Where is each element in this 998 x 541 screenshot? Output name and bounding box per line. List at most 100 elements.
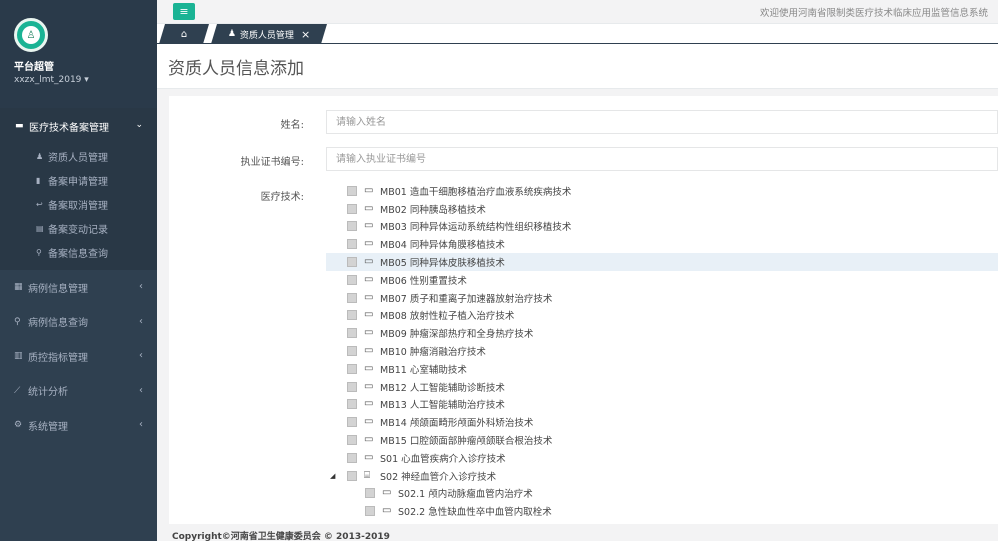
tab-label[interactable]: 资质人员管理 [240, 28, 294, 41]
tree-node[interactable]: ▭ MB07 质子和重离子加速器放射治疗技术 [326, 289, 998, 307]
menu-item-tech-filing[interactable]: ▬ 医疗技术备案管理 ⌄ [0, 108, 157, 144]
sidebar-subitem[interactable]: ▤ 备案变动记录 [0, 216, 157, 240]
folder-icon: ▭ [364, 184, 374, 196]
folder-icon: ▭ [364, 291, 374, 303]
checkbox[interactable] [347, 328, 357, 339]
tree-node-label[interactable]: MB07 质子和重离子加速器放射治疗技术 [380, 291, 552, 305]
tree-node-label[interactable]: S02 神经血管介入诊疗技术 [380, 469, 496, 483]
checkbox[interactable] [347, 274, 357, 285]
tree-node[interactable]: ▭ S01 心血管疾病介入诊疗技术 [326, 449, 998, 467]
tree-node[interactable]: ▭ S02.2 急性缺血性卒中血管内取栓术 [326, 502, 998, 520]
checkbox[interactable] [347, 257, 357, 268]
folder-icon: ▭ [364, 327, 374, 339]
caret-down-icon[interactable]: ▾ [81, 75, 89, 85]
sidebar-menu-item[interactable]: ⚲ 病例信息查询 ‹ [0, 305, 157, 340]
tree-node[interactable]: ▭ MB02 同种胰岛移植技术 [326, 200, 998, 218]
close-icon[interactable]: × [301, 28, 310, 41]
checkbox[interactable] [347, 310, 357, 321]
tree-node-label[interactable]: MB08 放射性粒子植入治疗技术 [380, 308, 514, 322]
tree-node[interactable]: ▭ MB10 肿瘤消融治疗技术 [326, 342, 998, 360]
tree-node[interactable]: ▭ S02.1 颅内动脉瘤血管内治疗术 [326, 485, 998, 503]
tree-node-label[interactable]: MB13 人工智能辅助治疗技术 [380, 397, 505, 411]
gear-icon: ⚙ [14, 420, 23, 431]
tree-node[interactable]: ▭ MB14 颅颌面畸形颅面外科矫治技术 [326, 413, 998, 431]
checkbox[interactable] [347, 435, 357, 446]
page-header: 资质人员信息添加 [157, 44, 998, 89]
sidebar-menu-item[interactable]: ▥ 质控指标管理 ‹ [0, 339, 157, 374]
tree-node[interactable]: ▭ MB15 口腔颌面部肿瘤颅颌联合根治技术 [326, 431, 998, 449]
tree-node-label[interactable]: MB04 同种异体角膜移植技术 [380, 237, 505, 251]
tree-node[interactable]: ▭ MB11 心室辅助技术 [326, 360, 998, 378]
sidebar-subitem-label: 备案信息查询 [48, 248, 108, 260]
tech-tree: ▭ MB01 造血干细胞移植治疗血液系统疾病技术 ▭ MB02 同种胰岛移植技术 ▭ MB… [326, 182, 998, 520]
tree-node[interactable]: ▭ MB06 性别重置技术 [326, 271, 998, 289]
tree-node-label[interactable]: MB06 性别重置技术 [380, 273, 467, 287]
checkbox[interactable] [347, 399, 357, 410]
checkbox[interactable] [347, 346, 357, 357]
menu-toggle-button[interactable]: ≡ [173, 3, 195, 20]
tab-active[interactable]: ♟ 资质人员管理 × [211, 24, 327, 44]
user-dropdown[interactable]: xxzx_lmt_2019 ▾ [14, 75, 157, 85]
tree-node-label[interactable]: MB03 同种异体运动系统结构性组织移植技术 [380, 219, 571, 233]
checkbox[interactable] [347, 221, 357, 232]
tree-node[interactable]: ▭ MB13 人工智能辅助治疗技术 [326, 396, 998, 414]
tree-node[interactable]: ▭ MB12 人工智能辅助诊断技术 [326, 378, 998, 396]
sidebar-subitem-label: 资质人员管理 [48, 152, 108, 164]
logo-icon: ♙ [22, 26, 40, 44]
checkbox[interactable] [347, 239, 357, 250]
sidebar-menu-label: 系统管理 [28, 421, 68, 433]
home-icon[interactable]: ⌂ [181, 29, 187, 40]
checkbox[interactable] [347, 452, 357, 463]
sidebar-menu-item[interactable]: ▦ 病例信息管理 ‹ [0, 270, 157, 305]
tree-node-label[interactable]: MB11 心室辅助技术 [380, 362, 467, 376]
tree-node[interactable]: ▭ MB03 同种异体运动系统结构性组织移植技术 [326, 218, 998, 236]
sidebar-subitem[interactable]: ▮ 备案申请管理 [0, 168, 157, 192]
folder-icon: ▭ [364, 309, 374, 321]
tree-node-label[interactable]: MB14 颅颌面畸形颅面外科矫治技术 [380, 415, 533, 429]
tree-node-label[interactable]: MB12 人工智能辅助诊断技术 [380, 380, 505, 394]
tree-node-label[interactable]: MB05 同种异体皮肤移植技术 [380, 255, 505, 269]
user-name[interactable]: xxzx_lmt_2019 [14, 75, 81, 85]
tree-node-label[interactable]: MB02 同种胰岛移植技术 [380, 202, 486, 216]
checkbox[interactable] [347, 417, 357, 428]
tree-node-label[interactable]: MB10 肿瘤消融治疗技术 [380, 344, 486, 358]
checkbox[interactable] [365, 488, 375, 499]
role-name: 平台超管 [14, 62, 54, 73]
hamburger-icon[interactable]: ≡ [179, 5, 188, 18]
name-input[interactable] [326, 110, 998, 134]
tree-node-label[interactable]: S02.1 颅内动脉瘤血管内治疗术 [398, 486, 533, 500]
folder-icon: ▭ [364, 345, 374, 357]
checkbox[interactable] [347, 381, 357, 392]
user-profile: ♙ 平台超管 xxzx_lmt_2019 ▾ [0, 0, 157, 108]
tree-node[interactable]: ▭ MB01 造血干细胞移植治疗血液系统疾病技术 [326, 182, 998, 200]
checkbox[interactable] [347, 470, 357, 481]
tree-node-label[interactable]: MB09 肿瘤深部热疗和全身热疗技术 [380, 326, 533, 340]
tree-node[interactable]: ◢ ⌸ S02 神经血管介入诊疗技术 [326, 467, 998, 485]
sidebar-menu-item[interactable]: ⟋ 统计分析 ‹ [0, 374, 157, 409]
bookmark-icon: ▮ [36, 175, 41, 185]
checkbox[interactable] [347, 363, 357, 374]
folder-icon: ▭ [364, 238, 374, 250]
sidebar-menu-item[interactable]: ⚙ 系统管理 ‹ [0, 408, 157, 443]
sidebar-subitem[interactable]: ⚲ 备案信息查询 [0, 240, 157, 264]
tree-node-label[interactable]: MB15 口腔颌面部肿瘤颅颌联合根治技术 [380, 433, 552, 447]
tree-node-label[interactable]: S02.2 急性缺血性卒中血管内取栓术 [398, 504, 552, 518]
tree-node[interactable]: ▭ MB04 同种异体角膜移植技术 [326, 235, 998, 253]
sidebar-subitem[interactable]: ↩ 备案取消管理 [0, 192, 157, 216]
tree-node-label[interactable]: S01 心血管疾病介入诊疗技术 [380, 451, 506, 465]
undo-icon: ↩ [36, 199, 43, 209]
tree-node[interactable]: ▭ MB05 同种异体皮肤移植技术 [326, 253, 998, 271]
cert-number-input[interactable] [326, 147, 998, 171]
expand-toggle-icon[interactable]: ◢ [330, 472, 335, 480]
checkbox[interactable] [347, 292, 357, 303]
checkbox[interactable] [365, 506, 375, 517]
tree-node[interactable]: ▭ MB09 肿瘤深部热疗和全身热疗技术 [326, 324, 998, 342]
tree-node[interactable]: ▭ MB08 放射性粒子植入治疗技术 [326, 307, 998, 325]
sidebar-subitem[interactable]: ♟ 资质人员管理 [0, 144, 157, 168]
folder-icon: ▭ [364, 398, 374, 410]
tab-home[interactable]: ⌂ [159, 24, 209, 44]
tree-node-label[interactable]: MB01 造血干细胞移植治疗血液系统疾病技术 [380, 184, 571, 198]
checkbox[interactable] [347, 203, 357, 214]
sidebar-menu-label: 病例信息管理 [28, 283, 88, 295]
checkbox[interactable] [347, 185, 357, 196]
